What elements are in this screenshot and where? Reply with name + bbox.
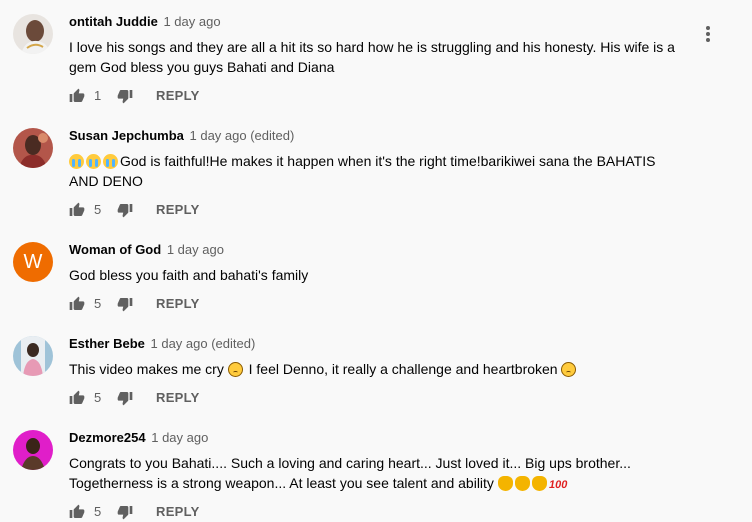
like-count: 5 xyxy=(94,390,102,405)
comment-text: God is faithful!He makes it happen when … xyxy=(69,151,684,191)
sad-face-icon xyxy=(561,362,577,377)
comment-item: ontitah Juddie 1 day ago I love his song… xyxy=(0,14,752,109)
comment-item: Susan Jepchumba 1 day ago (edited) God i… xyxy=(0,128,752,223)
avatar[interactable]: W xyxy=(13,242,53,282)
thumb-up-icon[interactable] xyxy=(69,390,85,406)
comment-header: Esther Bebe 1 day ago (edited) xyxy=(69,336,255,352)
sad-face-icon xyxy=(227,362,243,377)
comment-item: W Woman of God 1 day ago God bless you f… xyxy=(0,242,752,317)
open-hands-icon xyxy=(497,476,513,491)
comment-time[interactable]: 1 day ago (edited) xyxy=(151,336,256,351)
comment-text-line: I love his songs and they are all a hit … xyxy=(69,39,675,55)
open-hands-icon xyxy=(514,476,530,491)
comment-text: God bless you faith and bahati's family xyxy=(69,265,684,285)
comment-header: Susan Jepchumba 1 day ago (edited) xyxy=(69,128,294,144)
comment-text: This video makes me cry I feel Denno, it… xyxy=(69,359,684,379)
avatar[interactable] xyxy=(13,14,53,54)
reply-button[interactable]: REPLY xyxy=(156,200,200,220)
thumb-up-icon[interactable] xyxy=(69,504,85,520)
comment-text-part: This video makes me cry xyxy=(69,361,224,377)
like-count: 1 xyxy=(94,88,102,103)
comment-text-line: Togetherness is a strong weapon... At le… xyxy=(69,475,494,491)
reply-button[interactable]: REPLY xyxy=(156,86,200,106)
loudly-crying-face-icon xyxy=(69,154,84,169)
comment-author[interactable]: Woman of God xyxy=(69,242,161,257)
reply-button[interactable]: REPLY xyxy=(156,294,200,314)
reply-button[interactable]: REPLY xyxy=(156,388,200,408)
comment-item: Dezmore254 1 day ago Congrats to you Bah… xyxy=(0,430,752,520)
avatar[interactable] xyxy=(13,430,53,470)
comment-item: Esther Bebe 1 day ago (edited) This vide… xyxy=(0,336,752,411)
more-vert-icon[interactable] xyxy=(700,24,716,44)
like-count: 5 xyxy=(94,504,102,519)
comment-text-line: gem God bless you guys Bahati and Diana xyxy=(69,59,335,75)
reply-button[interactable]: REPLY xyxy=(156,502,200,522)
comment-text-line: God is faithful!He makes it happen when … xyxy=(120,153,656,169)
comment-header: ontitah Juddie 1 day ago xyxy=(69,14,221,30)
thumb-down-icon[interactable] xyxy=(117,88,133,104)
hundred-points-icon: 100 xyxy=(547,479,569,491)
comment-text-part: I feel Denno, it really a challenge and … xyxy=(248,361,558,377)
comment-text: I love his songs and they are all a hit … xyxy=(69,37,684,77)
comment-author[interactable]: Susan Jepchumba xyxy=(69,128,184,143)
thumb-down-icon[interactable] xyxy=(117,296,133,312)
thumb-down-icon[interactable] xyxy=(117,504,133,520)
like-count: 5 xyxy=(94,202,102,217)
avatar[interactable] xyxy=(13,128,53,168)
comment-time[interactable]: 1 day ago xyxy=(167,242,224,257)
thumb-up-icon[interactable] xyxy=(69,202,85,218)
loudly-crying-face-icon xyxy=(103,154,118,169)
comment-author[interactable]: Esther Bebe xyxy=(69,336,145,351)
loudly-crying-face-icon xyxy=(86,154,101,169)
comment-time[interactable]: 1 day ago xyxy=(163,14,220,29)
comment-text: Congrats to you Bahati.... Such a loving… xyxy=(69,453,684,493)
comment-header: Dezmore254 1 day ago xyxy=(69,430,208,446)
thumb-down-icon[interactable] xyxy=(117,390,133,406)
avatar[interactable] xyxy=(13,336,53,376)
thumb-down-icon[interactable] xyxy=(117,202,133,218)
thumb-up-icon[interactable] xyxy=(69,88,85,104)
comment-text-line: Congrats to you Bahati.... Such a loving… xyxy=(69,455,631,471)
comment-time[interactable]: 1 day ago xyxy=(151,430,208,445)
like-count: 5 xyxy=(94,296,102,311)
comment-author[interactable]: ontitah Juddie xyxy=(69,14,158,29)
comment-time[interactable]: 1 day ago (edited) xyxy=(190,128,295,143)
comment-text-line: God bless you faith and bahati's family xyxy=(69,267,309,283)
comment-author[interactable]: Dezmore254 xyxy=(69,430,146,445)
comment-text-line: AND DENO xyxy=(69,173,143,189)
comment-header: Woman of God 1 day ago xyxy=(69,242,224,258)
open-hands-icon xyxy=(531,476,547,491)
thumb-up-icon[interactable] xyxy=(69,296,85,312)
